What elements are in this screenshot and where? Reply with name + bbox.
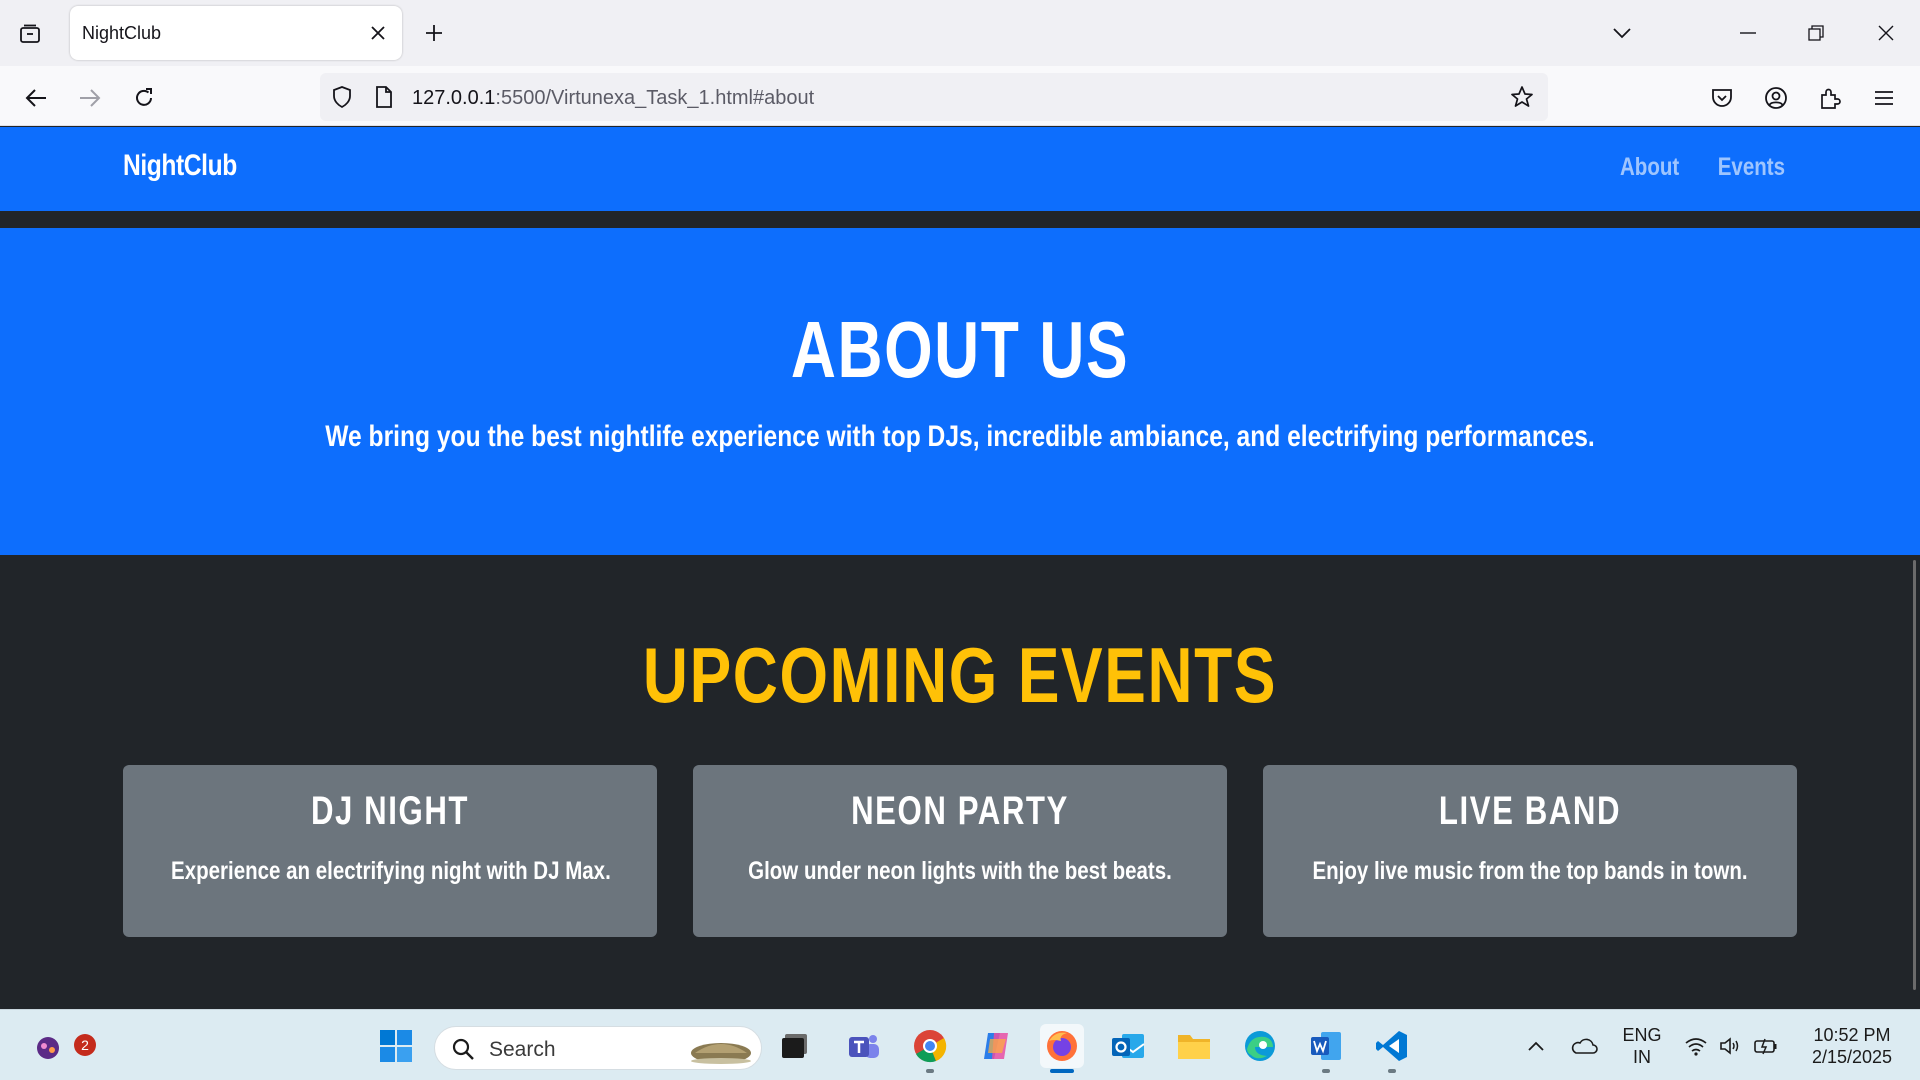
browser-tab[interactable]: NightClub — [70, 6, 402, 60]
onedrive-icon[interactable] — [1562, 1024, 1606, 1068]
url-path: :5500/Virtunexa_Task_1.html#about — [495, 87, 815, 109]
search-icon — [452, 1038, 474, 1060]
page-scrollbar[interactable] — [1913, 560, 1916, 990]
language-indicator[interactable]: ENG IN — [1614, 1024, 1670, 1068]
wifi-icon[interactable] — [1676, 1024, 1716, 1068]
language-code: ENG — [1622, 1025, 1662, 1045]
outlook-icon[interactable] — [1106, 1024, 1150, 1068]
active-indicator — [1050, 1069, 1074, 1073]
search-label: Search — [489, 1038, 556, 1061]
menu-icon[interactable] — [1866, 80, 1902, 116]
chrome-icon[interactable] — [908, 1024, 952, 1073]
extensions-icon[interactable] — [1812, 80, 1848, 116]
account-icon[interactable] — [1758, 80, 1794, 116]
clock-date: 2/15/2025 — [1811, 1047, 1893, 1067]
web-page: NightClub About Events ABOUT US We bring… — [0, 127, 1920, 1009]
firefox-icon[interactable] — [1040, 1024, 1084, 1073]
new-tab-icon[interactable] — [418, 17, 450, 49]
reload-icon[interactable] — [126, 80, 162, 116]
chevron-up-icon[interactable] — [1514, 1024, 1558, 1068]
event-card: NEON PARTY Glow under neon lights with t… — [693, 765, 1227, 937]
event-card-text: Glow under neon lights with the best bea… — [748, 857, 1172, 885]
copilot-icon[interactable]: 2 — [26, 1024, 96, 1068]
bookmark-star-icon[interactable] — [1510, 85, 1534, 109]
running-indicator — [926, 1069, 934, 1073]
pocket-icon[interactable] — [1704, 80, 1740, 116]
region-code: IN — [1633, 1047, 1651, 1067]
url-bar[interactable]: 127.0.0.1:5500/Virtunexa_Task_1.html#abo… — [320, 73, 1548, 121]
word-icon[interactable] — [1304, 1024, 1348, 1073]
event-card-title: NEON PARTY — [851, 789, 1069, 833]
events-section: UPCOMING EVENTS DJ NIGHT Experience an e… — [0, 555, 1920, 1009]
nav-link-about[interactable]: About — [1620, 153, 1679, 182]
tab-title: NightClub — [82, 23, 162, 43]
event-card-text: Experience an electrifying night with DJ… — [171, 857, 611, 885]
running-indicator — [1388, 1069, 1396, 1073]
notification-badge: 2 — [74, 1034, 96, 1056]
site-brand[interactable]: NightClub — [123, 149, 237, 183]
restore-icon[interactable] — [1790, 10, 1842, 56]
pangolin-icon — [691, 1043, 751, 1064]
teams-icon[interactable] — [842, 1024, 886, 1068]
taskbar: 2 Search ENG IN 10:52 PM 2/15/2025 — [0, 1009, 1920, 1080]
volume-icon[interactable] — [1712, 1024, 1748, 1068]
url-text: 127.0.0.1:5500/Virtunexa_Task_1.html#abo… — [412, 87, 814, 110]
browser-toolbar: 127.0.0.1:5500/Virtunexa_Task_1.html#abo… — [0, 66, 1920, 126]
forward-arrow-icon[interactable] — [72, 80, 108, 116]
vscode-icon[interactable] — [1370, 1024, 1414, 1073]
event-card: LIVE BAND Enjoy live music from the top … — [1263, 765, 1797, 937]
event-card-title: LIVE BAND — [1438, 789, 1622, 833]
event-card: DJ NIGHT Experience an electrifying nigh… — [123, 765, 657, 937]
minimize-icon[interactable] — [1722, 10, 1774, 56]
event-card-title: DJ NIGHT — [310, 789, 470, 833]
nav-link-events[interactable]: Events — [1718, 153, 1785, 182]
site-navbar: NightClub About Events — [0, 127, 1920, 211]
edge-icon[interactable] — [1238, 1024, 1282, 1068]
tab-list-icon[interactable] — [14, 18, 46, 50]
clock[interactable]: 10:52 PM 2/15/2025 — [1796, 1024, 1908, 1068]
running-indicator — [1322, 1069, 1330, 1073]
url-host: 127.0.0.1 — [412, 87, 496, 109]
events-title: UPCOMING EVENTS — [642, 631, 1278, 719]
close-tab-icon[interactable] — [364, 19, 392, 47]
back-arrow-icon[interactable] — [18, 80, 54, 116]
taskbar-search[interactable]: Search — [434, 1026, 762, 1070]
battery-icon[interactable] — [1748, 1024, 1784, 1068]
task-view-icon[interactable] — [774, 1024, 818, 1068]
site-nav-links: About Events — [1607, 153, 1785, 182]
shield-icon[interactable] — [330, 85, 354, 109]
about-title: ABOUT US — [790, 305, 1130, 394]
about-text: We bring you the best nightlife experien… — [325, 420, 1595, 453]
start-icon[interactable] — [374, 1024, 418, 1068]
copilot-app-icon[interactable] — [975, 1024, 1019, 1068]
event-card-text: Enjoy live music from the top bands in t… — [1312, 857, 1748, 885]
browser-tab-bar: NightClub — [0, 0, 1920, 66]
clock-time: 10:52 PM — [1813, 1025, 1891, 1045]
close-window-icon[interactable] — [1860, 10, 1912, 56]
file-explorer-icon[interactable] — [1172, 1024, 1216, 1068]
chevron-down-icon[interactable] — [1606, 17, 1638, 49]
page-icon[interactable] — [372, 85, 396, 109]
event-cards: DJ NIGHT Experience an electrifying nigh… — [123, 765, 1797, 937]
about-section: ABOUT US We bring you the best nightlife… — [0, 228, 1920, 555]
